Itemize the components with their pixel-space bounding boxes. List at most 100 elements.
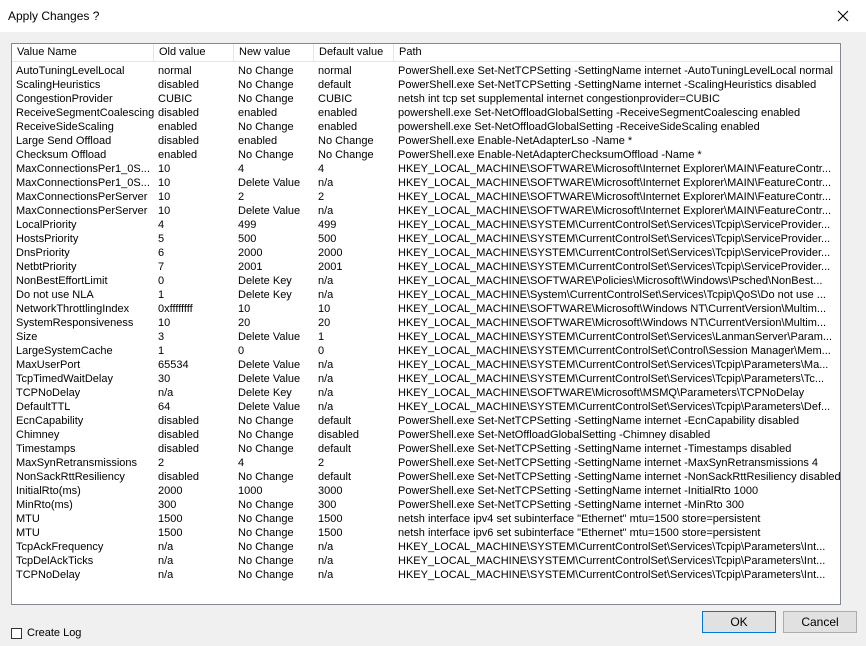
column-header-old-value[interactable]: Old value bbox=[154, 44, 234, 61]
cell-new-value: No Change bbox=[238, 471, 294, 483]
column-header-default-value[interactable]: Default value bbox=[314, 44, 394, 61]
cell-new-value: Delete Value bbox=[238, 373, 301, 385]
table-row[interactable]: SystemResponsiveness 10 20 20 HKEY_LOCAL_MAC… bbox=[12, 316, 840, 330]
cell-default-value: 500 bbox=[318, 233, 337, 245]
cell-path: PowerShell.exe Set-NetTCPSetting -Settin… bbox=[398, 457, 819, 469]
table-row[interactable]: NonBestEffortLimit 0 Delete Key n/a HKEY_LOC… bbox=[12, 274, 840, 288]
cancel-button[interactable]: Cancel bbox=[783, 611, 857, 633]
cell-default-value: normal bbox=[318, 65, 352, 77]
cell-value-name: MaxConnectionsPer1_0S... bbox=[16, 177, 150, 189]
cell-default-value: 1500 bbox=[318, 513, 343, 525]
table-row[interactable]: MaxConnectionsPer1_0S... 10 4 4 HKEY_LOCAL_M… bbox=[12, 162, 840, 176]
cell-default-value: default bbox=[318, 415, 352, 427]
ok-button[interactable]: OK bbox=[702, 611, 776, 633]
cell-old-value: 30 bbox=[158, 373, 171, 385]
table-row[interactable]: TcpDelAckTicks n/a No Change n/a HKEY_LOCAL_… bbox=[12, 554, 840, 568]
cell-old-value: disabled bbox=[158, 443, 199, 455]
table-row[interactable]: MaxUserPort 65534 Delete Value n/a HKEY_LOCA… bbox=[12, 358, 840, 372]
table-row[interactable]: TCPNoDelay n/a No Change n/a HKEY_LOCAL_MACH… bbox=[12, 568, 840, 582]
cell-path: HKEY_LOCAL_MACHINE\SYSTEM\CurrentControl… bbox=[398, 233, 831, 245]
table-row[interactable]: MaxConnectionsPer1_0S... 10 Delete Value n/… bbox=[12, 176, 840, 190]
table-row[interactable]: ReceiveSegmentCoalescing disabled enabled e… bbox=[12, 106, 840, 120]
cell-old-value: n/a bbox=[158, 387, 174, 399]
list-rows: AutoTuningLevelLocal normal No Change norma… bbox=[12, 64, 840, 582]
table-row[interactable]: LargeSystemCache 1 0 0 HKEY_LOCAL_MACHINE\SY… bbox=[12, 344, 840, 358]
cell-path: HKEY_LOCAL_MACHINE\SOFTWARE\Microsoft\In… bbox=[398, 191, 831, 203]
cell-value-name: CongestionProvider bbox=[16, 93, 113, 105]
column-header-new-value[interactable]: New value bbox=[234, 44, 314, 61]
cell-default-value: default bbox=[318, 443, 352, 455]
table-row[interactable]: EcnCapability disabled No Change default Pow… bbox=[12, 414, 840, 428]
cell-new-value: Delete Value bbox=[238, 359, 301, 371]
table-row[interactable]: Timestamps disabled No Change default PowerS… bbox=[12, 442, 840, 456]
table-row[interactable]: ReceiveSideScaling enabled No Change enable… bbox=[12, 120, 840, 134]
cell-path: PowerShell.exe Set-NetOffloadGlobalSetti… bbox=[398, 429, 711, 441]
cell-default-value: enabled bbox=[318, 107, 358, 119]
create-log-checkbox[interactable] bbox=[11, 627, 22, 639]
table-row[interactable]: MTU 1500 No Change 1500 netsh interface ipv6… bbox=[12, 526, 840, 540]
cell-new-value: No Change bbox=[238, 499, 294, 511]
cell-path: HKEY_LOCAL_MACHINE\SOFTWARE\Microsoft\Wi… bbox=[398, 303, 827, 315]
cell-old-value: 0xffffffff bbox=[158, 303, 193, 315]
table-row[interactable]: MaxConnectionsPerServer 10 2 2 HKEY_LOCAL_MA… bbox=[12, 190, 840, 204]
cell-value-name: EcnCapability bbox=[16, 415, 84, 427]
table-row[interactable]: DnsPriority 6 2000 2000 HKEY_LOCAL_MACHINE\S… bbox=[12, 246, 840, 260]
cell-default-value: 0 bbox=[318, 345, 325, 357]
cell-old-value: 300 bbox=[158, 499, 177, 511]
table-row[interactable]: MinRto(ms) 300 No Change 300 PowerShell.exe … bbox=[12, 498, 840, 512]
table-row[interactable]: MaxConnectionsPerServer 10 Delete Value n/a… bbox=[12, 204, 840, 218]
column-header-path[interactable]: Path bbox=[394, 44, 840, 61]
cell-path: PowerShell.exe Enable-NetAdapterChecksum… bbox=[398, 149, 702, 161]
cell-path: PowerShell.exe Set-NetTCPSetting -Settin… bbox=[398, 485, 759, 497]
cell-new-value: Delete Value bbox=[238, 331, 301, 343]
cell-old-value: 65534 bbox=[158, 359, 189, 371]
cell-default-value: No Change bbox=[318, 135, 374, 147]
table-row[interactable]: Do not use NLA 1 Delete Key n/a HKEY_LOCAL_M… bbox=[12, 288, 840, 302]
close-button[interactable] bbox=[820, 0, 866, 32]
table-row[interactable]: TCPNoDelay n/a Delete Key n/a HKEY_LOCAL_MAC… bbox=[12, 386, 840, 400]
table-row[interactable]: Checksum Offload enabled No Change No Chang… bbox=[12, 148, 840, 162]
cell-new-value: No Change bbox=[238, 443, 294, 455]
table-row[interactable]: TcpTimedWaitDelay 30 Delete Value n/a HKEY_L… bbox=[12, 372, 840, 386]
table-row[interactable]: AutoTuningLevelLocal normal No Change norma… bbox=[12, 64, 840, 78]
cell-path: PowerShell.exe Set-NetTCPSetting -Settin… bbox=[398, 499, 745, 511]
table-row[interactable]: LocalPriority 4 499 499 HKEY_LOCAL_MACHINE\S… bbox=[12, 218, 840, 232]
table-row[interactable]: InitialRto(ms) 2000 1000 3000 PowerShell.exe… bbox=[12, 484, 840, 498]
table-row[interactable]: NonSackRttResiliency disabled No Change def… bbox=[12, 470, 840, 484]
table-row[interactable]: NetworkThrottlingIndex 0xffffffff 10 10 HKEY… bbox=[12, 302, 840, 316]
cell-default-value: n/a bbox=[318, 541, 334, 553]
cell-new-value: Delete Value bbox=[238, 401, 301, 413]
table-row[interactable]: MTU 1500 No Change 1500 netsh interface ipv4… bbox=[12, 512, 840, 526]
changes-list[interactable]: Value Name Old value New value Default v… bbox=[11, 43, 841, 605]
table-row[interactable]: TcpAckFrequency n/a No Change n/a HKEY_LOCAL… bbox=[12, 540, 840, 554]
create-log-option[interactable]: Create Log bbox=[11, 627, 81, 639]
cell-path: netsh interface ipv6 set subinterface "E… bbox=[398, 527, 761, 539]
table-row[interactable]: HostsPriority 5 500 500 HKEY_LOCAL_MACHINE\S… bbox=[12, 232, 840, 246]
cell-default-value: n/a bbox=[318, 569, 334, 581]
table-row[interactable]: Chimney disabled No Change disabled PowerShe… bbox=[12, 428, 840, 442]
cell-path: HKEY_LOCAL_MACHINE\SYSTEM\CurrentControl… bbox=[398, 373, 825, 385]
cell-old-value: n/a bbox=[158, 569, 174, 581]
cell-default-value: CUBIC bbox=[318, 93, 353, 105]
cell-path: PowerShell.exe Set-NetTCPSetting -Settin… bbox=[398, 443, 792, 455]
column-header-value-name[interactable]: Value Name bbox=[12, 44, 154, 61]
cell-old-value: 2000 bbox=[158, 485, 183, 497]
table-row[interactable]: ScalingHeuristics disabled No Change defaul… bbox=[12, 78, 840, 92]
cell-value-name: MTU bbox=[16, 513, 40, 525]
cell-new-value: 499 bbox=[238, 219, 257, 231]
cell-default-value: No Change bbox=[318, 149, 374, 161]
table-row[interactable]: DefaultTTL 64 Delete Value n/a HKEY_LOCAL_MA… bbox=[12, 400, 840, 414]
cell-default-value: 2001 bbox=[318, 261, 343, 273]
cell-new-value: No Change bbox=[238, 513, 294, 525]
cell-new-value: Delete Key bbox=[238, 275, 292, 287]
table-row[interactable]: Size 3 Delete Value 1 HKEY_LOCAL_MACHINE\SYS… bbox=[12, 330, 840, 344]
cell-path: powershell.exe Set-NetOffloadGlobalSetti… bbox=[398, 107, 801, 119]
table-row[interactable]: MaxSynRetransmissions 2 4 2 PowerShell.exe S… bbox=[12, 456, 840, 470]
table-row[interactable]: NetbtPriority 7 2001 2001 HKEY_LOCAL_MACHINE… bbox=[12, 260, 840, 274]
cell-value-name: NonBestEffortLimit bbox=[16, 275, 108, 287]
create-log-label: Create Log bbox=[27, 627, 82, 639]
table-row[interactable]: Large Send Offload disabled enabled No Chan… bbox=[12, 134, 840, 148]
cell-new-value: enabled bbox=[238, 107, 278, 119]
cell-old-value: disabled bbox=[158, 79, 199, 91]
table-row[interactable]: CongestionProvider CUBIC No Change CUBIC net… bbox=[12, 92, 840, 106]
